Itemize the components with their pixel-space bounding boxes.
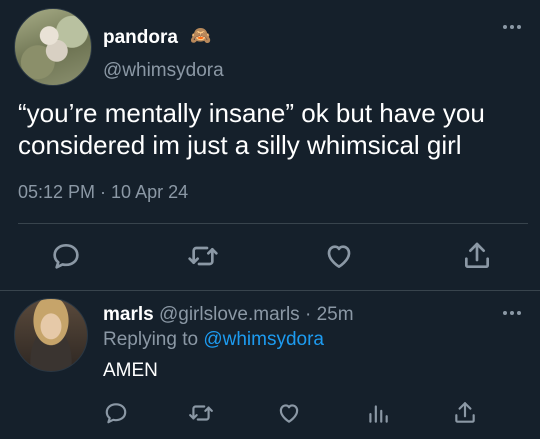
display-name[interactable]: pandora [103, 27, 178, 49]
avatar[interactable] [14, 298, 88, 372]
avatar[interactable] [14, 8, 92, 86]
share-icon[interactable] [452, 400, 478, 426]
divider [18, 223, 528, 224]
analytics-icon[interactable] [365, 400, 391, 426]
reply-text: AMEN [103, 360, 158, 381]
more-options-icon[interactable] [497, 306, 527, 320]
reply-icon[interactable] [103, 400, 129, 426]
user-handle-and-time[interactable]: @girlslove.marls · 25m [159, 304, 354, 325]
reply-icon[interactable] [50, 240, 82, 272]
tweet-timestamp[interactable]: 05:12 PM · 10 Apr 24 [18, 182, 188, 203]
mention-link[interactable]: @whimsydora [203, 329, 324, 350]
retweet-icon[interactable] [187, 240, 219, 272]
share-icon[interactable] [461, 240, 493, 272]
replying-to-label: Replying to [103, 329, 199, 350]
see-no-evil-monkey-emoji: 🙈 [190, 26, 212, 45]
replying-to-line: Replying to @whimsydora [103, 329, 324, 351]
divider [0, 290, 540, 291]
tweet-text: “you’re mentally insane” ok but have you… [18, 98, 485, 160]
retweet-icon[interactable] [188, 400, 214, 426]
reply-action-bar [0, 400, 540, 430]
like-icon[interactable] [276, 400, 302, 426]
more-options-icon[interactable] [497, 20, 527, 34]
tweet-action-bar [0, 240, 540, 280]
reply-header: marls @girlslove.marls · 25m [103, 304, 354, 326]
like-icon[interactable] [323, 240, 355, 272]
user-handle[interactable]: @whimsydora [103, 60, 224, 82]
display-name[interactable]: marls [103, 304, 154, 325]
